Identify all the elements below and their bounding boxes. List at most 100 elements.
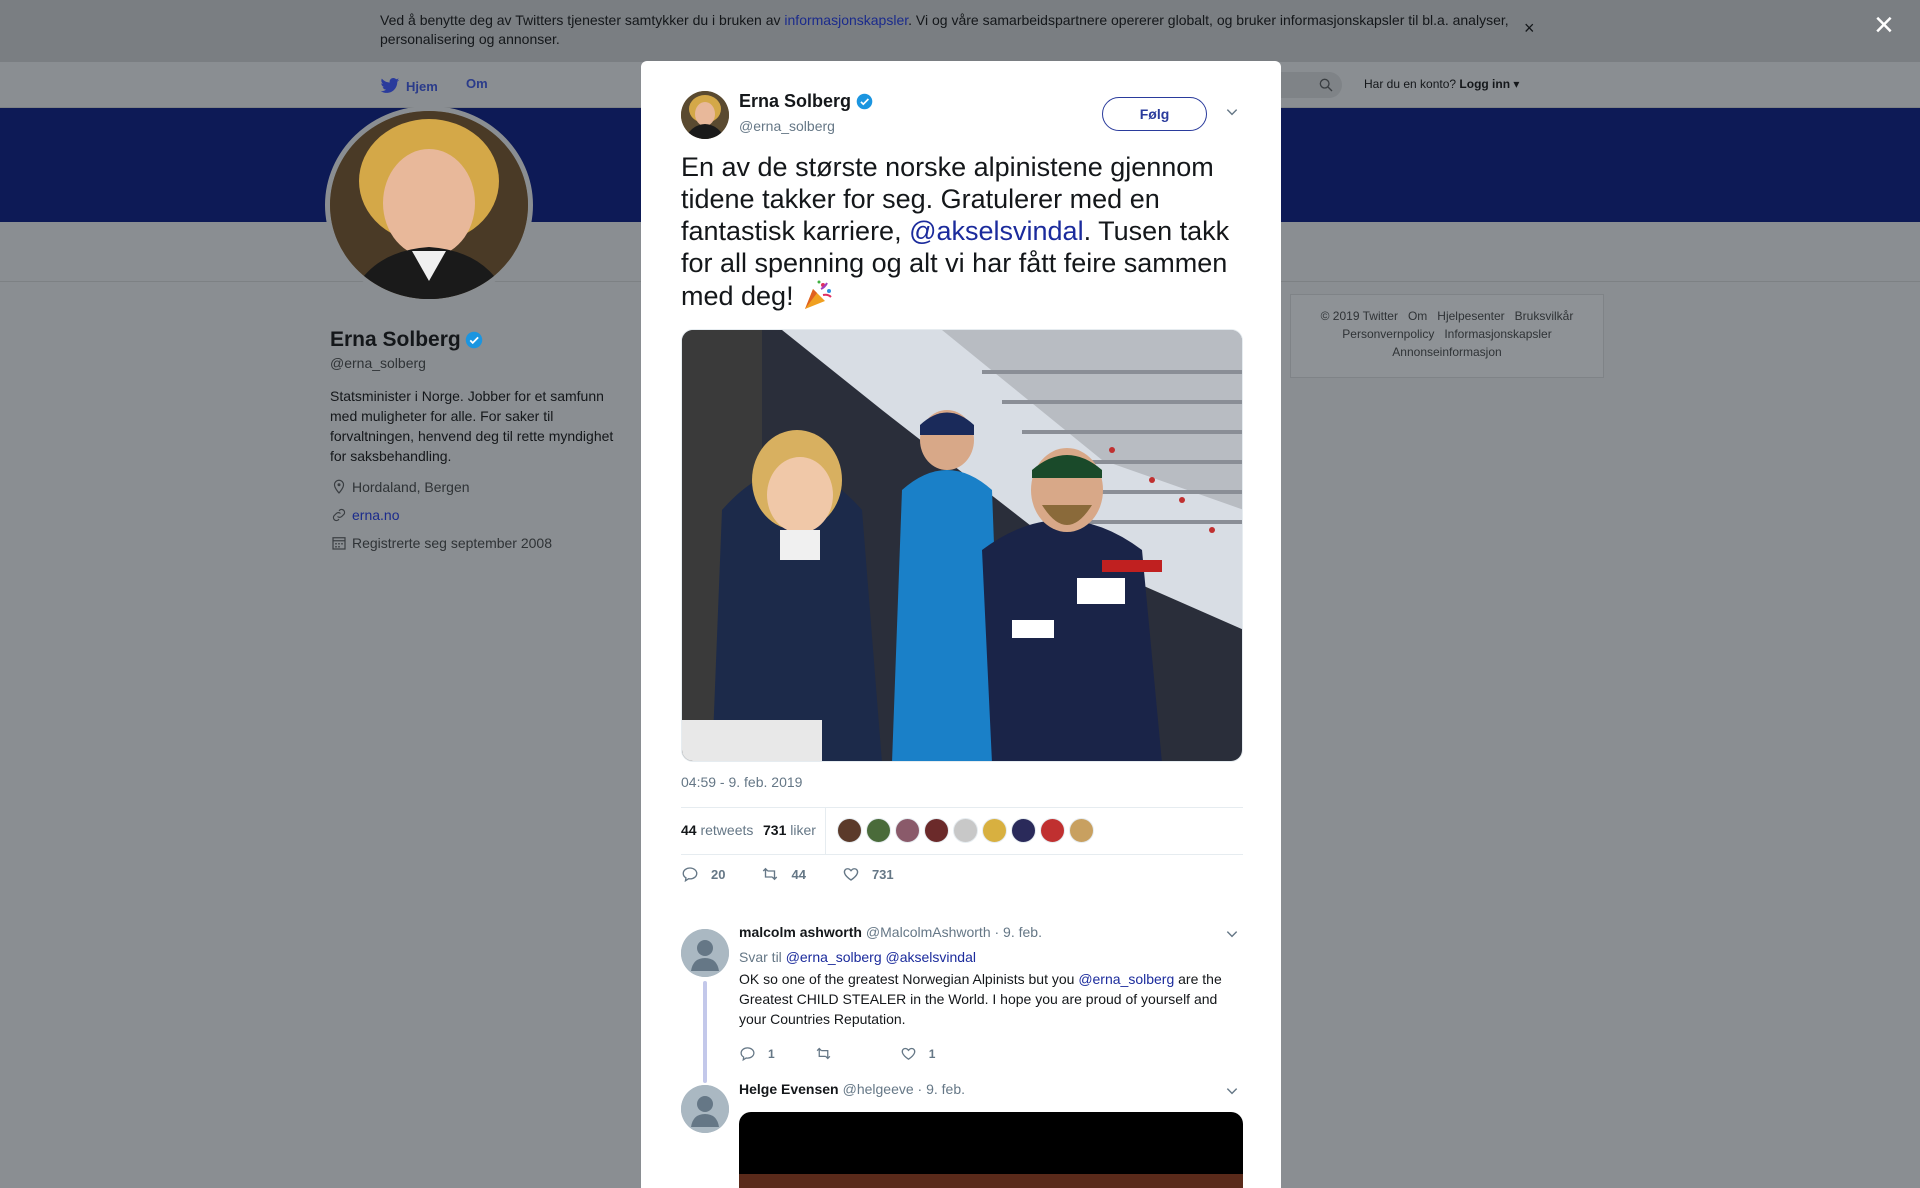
profile-joined: Registrerte seg september 2008 (330, 534, 552, 552)
verified-badge-icon (856, 93, 873, 110)
footer-link-terms[interactable]: Bruksvilkår (1515, 309, 1574, 323)
chevron-down-icon[interactable] (1225, 927, 1239, 941)
liker-avatar[interactable] (1011, 818, 1036, 843)
tweet-timestamp[interactable]: 04:59 - 9. feb. 2019 (681, 774, 802, 790)
liker-avatar[interactable] (866, 818, 891, 843)
reply-author-name[interactable]: malcolm ashworth (739, 924, 862, 940)
footer-copyright: © 2019 Twitter (1320, 309, 1398, 323)
footer-link-ads[interactable]: Annonseinformasjon (1392, 345, 1501, 359)
like-count: 731 (871, 866, 894, 882)
profile-handle[interactable]: @erna_solberg (330, 355, 426, 371)
liker-avatar[interactable] (953, 818, 978, 843)
overlay-close-button[interactable]: × (1874, 8, 1894, 42)
caret-down-icon[interactable]: ▾ (1510, 77, 1519, 91)
location-pin-icon (333, 479, 345, 494)
like-button[interactable]: 1 (900, 1045, 936, 1062)
profile-name-text[interactable]: Erna Solberg (330, 328, 461, 352)
reply-button[interactable]: 1 (739, 1045, 775, 1062)
reply-media[interactable] (739, 1112, 1243, 1188)
tweet-author-name[interactable]: Erna Solberg (739, 91, 873, 112)
reply-author-name[interactable]: Helge Evensen (739, 1081, 839, 1097)
follow-button[interactable]: Følg (1102, 97, 1207, 131)
reply-to-label: Svar til (739, 949, 782, 965)
search-icon (1319, 78, 1333, 92)
reply-actions: 1 1 (739, 1045, 975, 1062)
twitter-bird-icon (380, 78, 400, 93)
retweet-button[interactable]: 44 (761, 865, 806, 883)
calendar-icon (332, 537, 346, 550)
tweet-mention-link[interactable]: @akselsvindal (909, 216, 1084, 246)
cookie-close-button[interactable]: × (1524, 18, 1535, 39)
reply-reply-count: 1 (768, 1046, 775, 1061)
liker-avatar[interactable] (924, 818, 949, 843)
likes-stat[interactable]: 731 liker (763, 822, 816, 838)
liker-avatar[interactable] (1069, 818, 1094, 843)
nav-home-link[interactable]: Hjem (380, 76, 438, 96)
reply-icon (682, 867, 698, 883)
retweet-button[interactable] (815, 1045, 844, 1062)
liker-avatar[interactable] (837, 818, 862, 843)
retweet-icon (763, 867, 778, 881)
cookie-link[interactable]: informasjonskapsler (784, 12, 908, 28)
reply-to-mention[interactable]: @erna_solberg (786, 949, 882, 965)
party-popper-icon (805, 280, 832, 309)
reply-header: malcolm ashworth @MalcolmAshworth · 9. f… (739, 924, 1042, 940)
reply-button[interactable]: 20 (681, 865, 725, 883)
reply-author-handle[interactable]: @helgeeve (843, 1081, 914, 1097)
profile-website[interactable]: erna.no (330, 506, 399, 524)
likers-avatars (837, 818, 1098, 843)
tweet-actions: 20 44 731 (681, 865, 930, 883)
reply-to-line: Svar til @erna_solberg @akselsvindal (739, 949, 976, 965)
cookie-text-before: Ved å benytte deg av Twitters tjenester … (380, 12, 785, 28)
reply-media-frame (739, 1174, 1243, 1188)
footer-link-privacy[interactable]: Personvernpolicy (1342, 327, 1434, 341)
reply-date[interactable]: · 9. feb. (995, 924, 1042, 940)
liker-avatar[interactable] (982, 818, 1007, 843)
reply-author-handle[interactable]: @MalcolmAshworth (866, 924, 991, 940)
retweets-stat-label: retweets (700, 822, 754, 838)
chevron-down-icon[interactable] (1225, 105, 1239, 119)
profile-location: Hordaland, Bergen (330, 478, 470, 496)
reply-avatar[interactable] (681, 1085, 729, 1133)
login-area: Har du en konto? Logg inn ▾ (1364, 77, 1519, 91)
nav-about-link[interactable]: Om (466, 76, 488, 91)
reply-text-mention[interactable]: @erna_solberg (1078, 971, 1174, 987)
tweet-author-name-text[interactable]: Erna Solberg (739, 91, 851, 112)
profile-bio: Statsminister i Norge. Jobber for et sam… (330, 388, 614, 464)
login-link[interactable]: Logg inn (1459, 77, 1510, 91)
reply-like-count: 1 (928, 1046, 936, 1061)
reply-header: Helge Evensen @helgeeve · 9. feb. (739, 1081, 965, 1097)
nav-home-label: Hjem (406, 78, 438, 94)
footer-link-cookies[interactable]: Informasjonskapsler (1444, 327, 1551, 341)
reply-count: 20 (711, 866, 726, 882)
tweet-modal: Erna Solberg @erna_solberg Følg En av de… (641, 61, 1281, 1188)
chevron-down-icon[interactable] (1225, 1084, 1239, 1098)
like-button[interactable]: 731 (842, 865, 894, 883)
tweet-photo[interactable] (681, 329, 1243, 762)
profile-avatar[interactable] (325, 106, 533, 304)
tweet-text: En av de største norske alpinistene gjen… (681, 151, 1241, 312)
reply-icon (740, 1047, 755, 1062)
reply-to-mention[interactable]: @akselsvindal (886, 949, 976, 965)
reply-date[interactable]: · 9. feb. (918, 1081, 965, 1097)
liker-avatar[interactable] (895, 818, 920, 843)
retweets-stat[interactable]: 44 retweets (681, 822, 753, 838)
login-prompt: Har du en konto? (1364, 77, 1457, 91)
reply-avatar[interactable] (681, 929, 729, 977)
reply-thread-line (703, 981, 707, 1083)
retweet-icon (816, 1047, 831, 1060)
profile-name[interactable]: Erna Solberg (330, 328, 483, 352)
liker-avatar[interactable] (1040, 818, 1065, 843)
footer-link-about[interactable]: Om (1408, 309, 1427, 323)
profile-website-link[interactable]: erna.no (352, 507, 399, 523)
cookie-text: Ved å benytte deg av Twitters tjenester … (380, 11, 1520, 49)
tweet-author-avatar[interactable] (681, 91, 729, 139)
link-icon (332, 508, 346, 522)
footer-links-box: © 2019 Twitter Om Hjelpesenter Bruksvilkår … (1290, 294, 1604, 378)
cookie-banner: Ved å benytte deg av Twitters tjenester … (0, 0, 1920, 62)
profile-joined-text: Registrerte seg september 2008 (352, 535, 552, 551)
footer-link-help[interactable]: Hjelpesenter (1437, 309, 1504, 323)
retweets-stat-count: 44 (681, 822, 697, 838)
tweet-author-handle[interactable]: @erna_solberg (739, 118, 835, 134)
likes-stat-count: 731 (763, 822, 787, 838)
